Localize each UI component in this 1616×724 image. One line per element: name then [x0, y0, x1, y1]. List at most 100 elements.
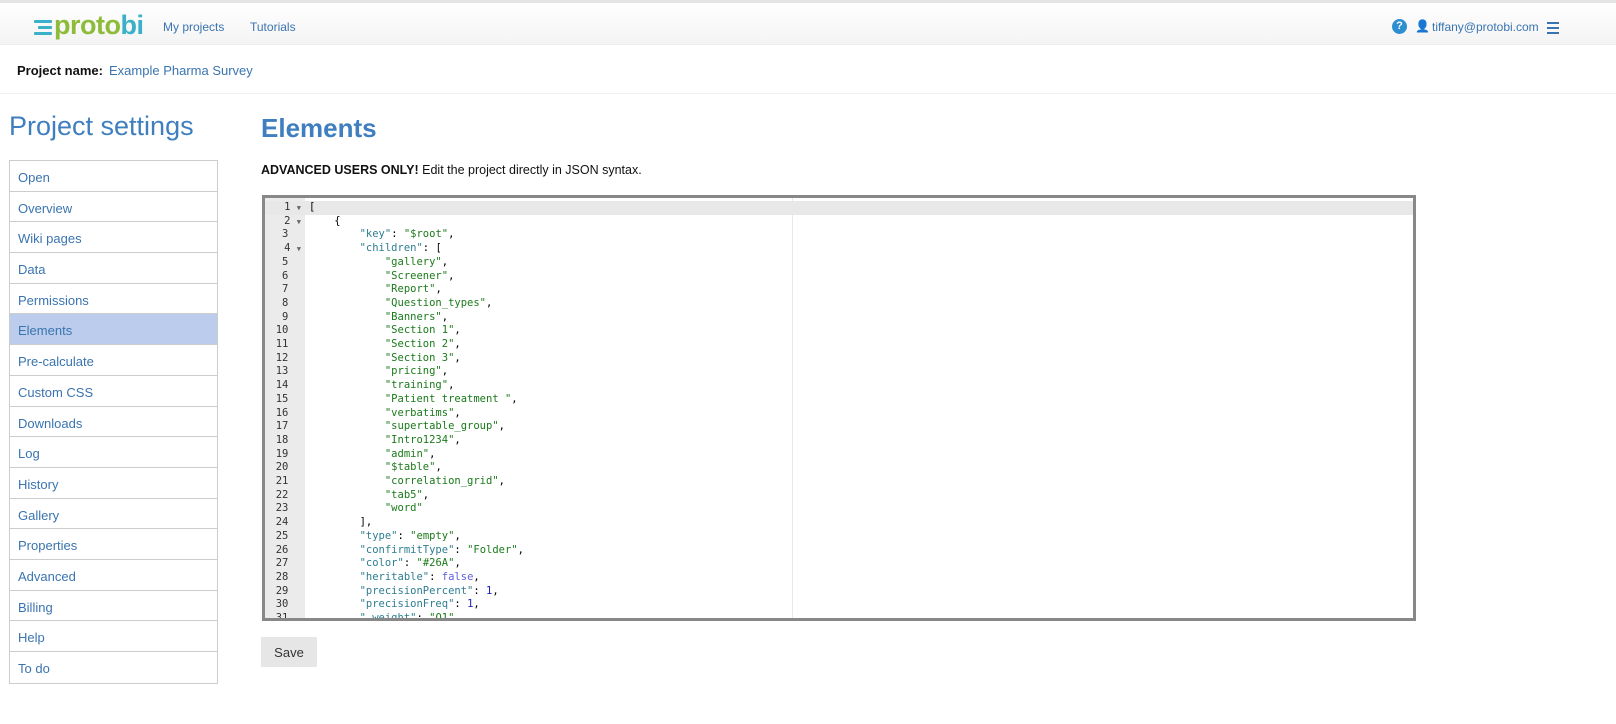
line-number: 15 — [275, 392, 301, 405]
sidebar-item-help[interactable]: Help — [10, 621, 217, 652]
code-text: "key": "$root", — [359, 228, 455, 241]
sidebar-item-wiki-pages[interactable]: Wiki pages — [10, 222, 217, 254]
save-button[interactable]: Save — [261, 637, 317, 667]
code-line[interactable]: 22 "tab5", — [265, 489, 1413, 503]
code-text: "Intro1234", — [384, 433, 461, 446]
code-line[interactable]: 15 "Patient treatment ", — [265, 393, 1413, 407]
user-email[interactable]: tiffany@protobi.com — [1432, 20, 1539, 34]
code-line[interactable]: 3 "key": "$root", — [265, 228, 1413, 242]
line-number: 16 — [275, 406, 301, 419]
code-line[interactable]: 7 "Report", — [265, 283, 1413, 297]
help-icon[interactable]: ? — [1392, 19, 1407, 34]
code-line[interactable]: 27 "color": "#26A", — [265, 557, 1413, 571]
code-line[interactable]: 10 "Section 1", — [265, 324, 1413, 338]
fold-arrow-icon[interactable]: ▼ — [297, 204, 301, 212]
line-number: 5 — [282, 255, 301, 268]
sidebar-item-downloads[interactable]: Downloads — [10, 407, 217, 438]
code-text: "correlation_grid", — [384, 475, 505, 487]
code-text: "Question_types", — [384, 296, 493, 309]
line-number: 30 — [275, 598, 301, 611]
project-name-link[interactable]: Example Pharma Survey — [109, 63, 253, 78]
code-line[interactable]: 5 "gallery", — [265, 256, 1413, 270]
line-number: 13 — [275, 365, 301, 378]
user-settings-icon[interactable]: 👤 — [1415, 19, 1430, 33]
line-number: 19 — [275, 447, 301, 460]
line-number: 20 — [275, 461, 301, 474]
sidebar-item-elements[interactable]: Elements — [10, 314, 217, 346]
code-line[interactable]: 4 ▼ "children": [ — [265, 242, 1413, 256]
code-line[interactable]: 12 "Section 3", — [265, 352, 1413, 366]
code-text: "children": [ — [359, 242, 442, 255]
line-number: 22 — [275, 488, 301, 501]
line-number: 3 — [282, 228, 301, 241]
code-line[interactable]: 23 "word" — [265, 502, 1413, 516]
code-text: "word" — [384, 502, 423, 515]
sidebar-item-open[interactable]: Open — [10, 161, 217, 192]
code-line[interactable]: 29 "precisionPercent": 1, — [265, 585, 1413, 599]
code-line[interactable]: 18 "Intro1234", — [265, 434, 1413, 448]
sidebar-item-data[interactable]: Data — [10, 253, 217, 284]
code-line[interactable]: 21 "correlation_grid", — [265, 475, 1413, 489]
sidebar-item-pre-calculate[interactable]: Pre-calculate — [10, 345, 217, 376]
code-text: "type": "empty", — [359, 529, 461, 542]
line-number: 29 — [275, 584, 301, 597]
line-number: 14 — [275, 379, 301, 392]
json-editor[interactable]: 1 ▼[2 ▼ {3 "key": "$root", 4 ▼ "children"… — [262, 195, 1416, 621]
sidebar-item-to-do[interactable]: To do — [10, 652, 217, 683]
code-line[interactable]: 6 "Screener", — [265, 270, 1413, 284]
sidebar-title: Project settings — [9, 111, 194, 141]
code-line[interactable]: 28 "heritable": false, — [265, 571, 1413, 585]
sidebar-item-permissions[interactable]: Permissions — [10, 284, 217, 315]
sidebar-item-log[interactable]: Log — [10, 437, 217, 468]
code-text: "confirmitType": "Folder", — [359, 543, 524, 556]
sidebar-item-overview[interactable]: Overview — [10, 192, 217, 223]
line-number: 24 — [275, 516, 301, 529]
code-line[interactable]: 24 ], — [265, 516, 1413, 530]
line-number: 2 ▼ — [284, 214, 301, 227]
sidebar-item-gallery[interactable]: Gallery — [10, 499, 217, 530]
line-number: 31 — [275, 612, 301, 621]
sidebar-item-advanced[interactable]: Advanced — [10, 560, 217, 591]
line-number: 25 — [275, 529, 301, 542]
line-number: 1 ▼ — [284, 201, 301, 213]
code-text: "_weight": "Q1", — [359, 612, 461, 621]
hamburger-menu-icon[interactable] — [1547, 22, 1559, 37]
code-text: "precisionFreq": 1, — [359, 598, 480, 611]
sidebar-item-custom-css[interactable]: Custom CSS — [10, 376, 217, 407]
code-line[interactable]: 16 "verbatims", — [265, 407, 1413, 421]
line-number: 12 — [275, 351, 301, 364]
code-line[interactable]: 20 "$table", — [265, 461, 1413, 475]
warning-text: Edit the project directly in JSON syntax… — [418, 163, 642, 177]
code-text: "supertable_group", — [384, 420, 505, 433]
code-text: "admin", — [384, 447, 436, 460]
code-line[interactable]: 1 ▼ [ — [265, 201, 1413, 215]
code-text: "Section 2", — [384, 338, 461, 350]
code-line[interactable]: 11 "Section 2", — [265, 338, 1413, 352]
line-number: 6 — [282, 269, 301, 282]
code-line[interactable]: 25 "type": "empty", — [265, 530, 1413, 544]
code-line[interactable]: 14 "training", — [265, 379, 1413, 393]
navbar: protobi My projects Tutorials ? 👤 tiffan… — [0, 3, 1616, 45]
fold-arrow-icon[interactable]: ▼ — [297, 245, 301, 253]
project-bar: Project name: Example Pharma Survey — [0, 46, 1616, 94]
code-line[interactable]: 31 "_weight": "Q1", — [265, 612, 1413, 621]
sidebar-item-history[interactable]: History — [10, 468, 217, 499]
code-line[interactable]: 9 "Banners", — [265, 311, 1413, 325]
line-number: 23 — [275, 502, 301, 515]
nav-my-projects[interactable]: My projects — [163, 20, 224, 34]
sidebar-item-billing[interactable]: Billing — [10, 591, 217, 622]
page-title: Elements — [261, 113, 377, 143]
code-line[interactable]: 26 "confirmitType": "Folder", — [265, 544, 1413, 558]
code-line[interactable]: 13 "pricing", — [265, 365, 1413, 379]
code-text: "Banners", — [384, 310, 449, 323]
sidebar-item-properties[interactable]: Properties — [10, 529, 217, 560]
code-line[interactable]: 19 "admin", — [265, 448, 1413, 462]
protobi-logo[interactable]: protobi — [34, 11, 144, 39]
code-line[interactable]: 30 "precisionFreq": 1, — [265, 598, 1413, 612]
code-line[interactable]: 8 "Question_types", — [265, 297, 1413, 311]
code-line[interactable]: 17 "supertable_group", — [265, 420, 1413, 434]
code-text: "Section 1", — [384, 324, 461, 337]
nav-tutorials[interactable]: Tutorials — [250, 20, 296, 34]
code-line[interactable]: 2 ▼ { — [265, 215, 1413, 229]
fold-arrow-icon[interactable]: ▼ — [297, 218, 301, 226]
